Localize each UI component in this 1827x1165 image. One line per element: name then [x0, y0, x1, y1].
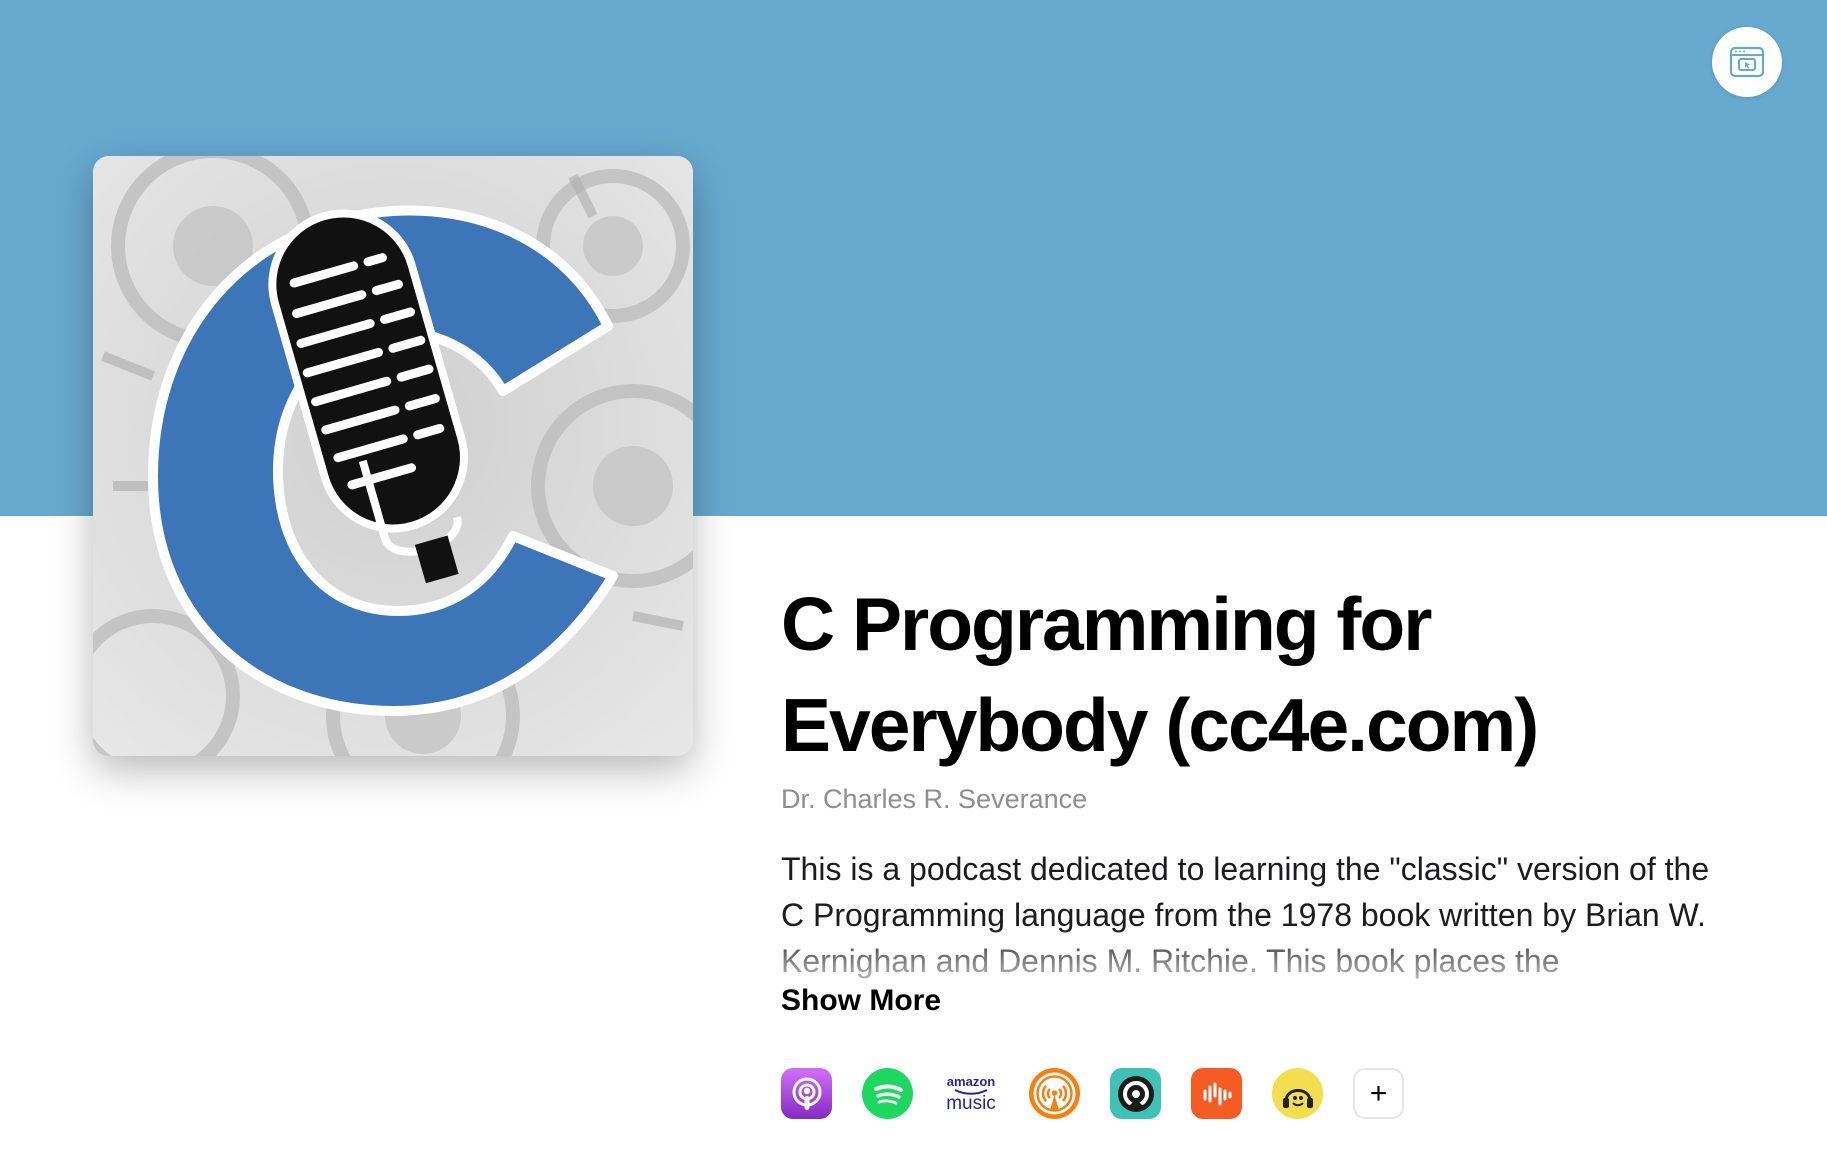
- castbox-link[interactable]: [1191, 1068, 1242, 1119]
- castro-link[interactable]: [1110, 1068, 1161, 1119]
- overcast-link[interactable]: [1029, 1068, 1080, 1119]
- window-pointer-icon: [1729, 46, 1765, 78]
- podcast-author[interactable]: Dr. Charles R. Severance: [781, 782, 1741, 816]
- description-container: This is a podcast dedicated to learning …: [781, 846, 1741, 984]
- platform-links: amazon music +: [781, 1068, 1404, 1119]
- podcast-addict-link[interactable]: [1272, 1068, 1323, 1119]
- microphone-c-logo: [93, 156, 693, 756]
- castbox-icon: [1203, 1082, 1231, 1105]
- apple-podcasts-link[interactable]: [781, 1068, 832, 1119]
- open-in-app-button[interactable]: [1712, 27, 1782, 97]
- more-platforms-button[interactable]: +: [1353, 1068, 1404, 1119]
- show-more-button[interactable]: Show More: [781, 984, 941, 1018]
- description-fade: [781, 928, 1741, 984]
- castro-icon: [1117, 1075, 1154, 1112]
- amazon-music-link[interactable]: amazon music: [943, 1068, 999, 1119]
- spotify-link[interactable]: [862, 1068, 913, 1119]
- amazon-music-label: music: [946, 1092, 996, 1114]
- podcast-info: C Programming for Everybody (cc4e.com) D…: [781, 574, 1741, 1018]
- spotify-icon: [873, 1084, 903, 1104]
- podcast-cover-art: [93, 156, 693, 756]
- amazon-music-icon: amazon: [946, 1073, 996, 1089]
- podcast-title: C Programming for Everybody (cc4e.com): [781, 582, 1539, 767]
- overcast-icon: [1033, 1072, 1076, 1115]
- apple-podcasts-icon: [792, 1077, 821, 1110]
- podcast-addict-icon: [1282, 1088, 1313, 1108]
